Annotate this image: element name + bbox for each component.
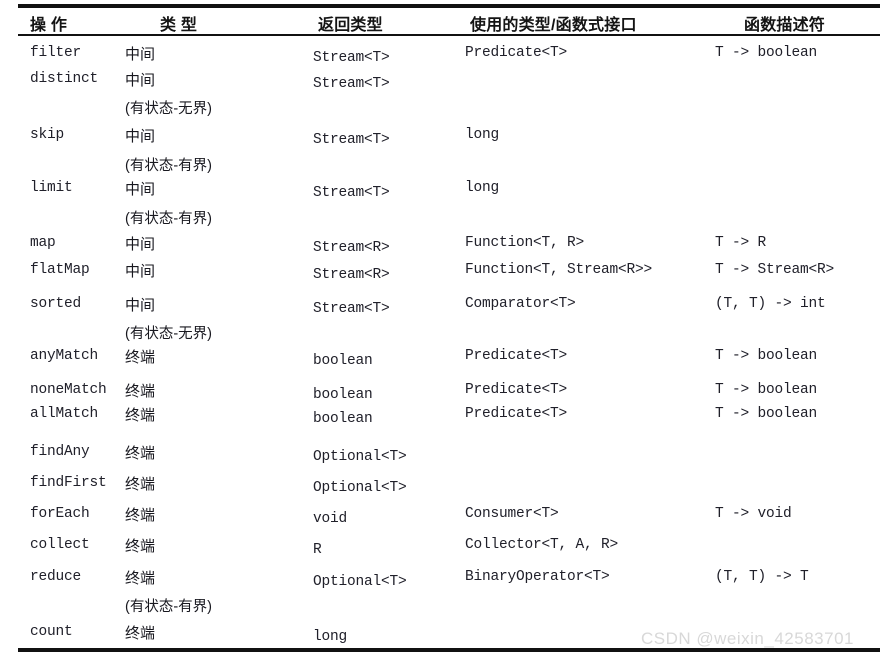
cell-functional-interface: Collector<T, A, R> <box>465 537 619 553</box>
cell-operation: anyMatch <box>30 348 99 364</box>
cell-type: 终端 <box>125 507 156 524</box>
cell-type-note: (有状态-无界) <box>125 326 212 342</box>
cell-type-note: (有状态-有界) <box>125 158 212 174</box>
cell-return-type: boolean <box>313 387 373 403</box>
cell-type: 终端 <box>125 538 156 555</box>
cell-operation: distinct <box>30 71 99 87</box>
cell-operation: map <box>30 235 56 251</box>
cell-type: 中间 <box>125 263 156 280</box>
watermark: CSDN @weixin_42583701 <box>641 629 854 648</box>
cell-return-type: boolean <box>313 353 373 369</box>
cell-return-type: R <box>313 542 322 558</box>
table-sheet: 操 作 类 型 返回类型 使用的类型/函数式接口 函数描述符 filter 中间 S… <box>0 0 893 660</box>
cell-return-type: Optional<T> <box>313 574 407 590</box>
cell-return-type: Stream<T> <box>313 301 390 317</box>
cell-type-note: (有状态-无界) <box>125 101 212 117</box>
cell-functional-interface: Predicate<T> <box>465 348 568 364</box>
cell-functional-interface: Comparator<T> <box>465 296 576 312</box>
cell-operation: count <box>30 624 73 640</box>
cell-type: 中间 <box>125 72 156 89</box>
cell-function-descriptor: T -> boolean <box>715 348 818 364</box>
cell-functional-interface: long <box>465 180 500 196</box>
cell-type: 终端 <box>125 445 156 462</box>
cell-type: 终端 <box>125 407 156 424</box>
cell-type: 中间 <box>125 46 156 63</box>
cell-function-descriptor: (T, T) -> T <box>715 569 809 585</box>
table-top-border <box>18 4 880 8</box>
cell-return-type: Optional<T> <box>313 449 407 465</box>
cell-type: 中间 <box>125 181 156 198</box>
cell-function-descriptor: T -> void <box>715 506 792 522</box>
cell-operation: skip <box>30 127 65 143</box>
cell-return-type: Stream<T> <box>313 185 390 201</box>
cell-type: 终端 <box>125 570 156 587</box>
cell-operation: filter <box>30 45 82 61</box>
cell-operation: collect <box>30 537 90 553</box>
cell-operation: sorted <box>30 296 82 312</box>
cell-type: 终端 <box>125 383 156 400</box>
cell-type: 中间 <box>125 236 156 253</box>
cell-operation: reduce <box>30 569 82 585</box>
cell-type: 中间 <box>125 128 156 145</box>
cell-operation: forEach <box>30 506 90 522</box>
cell-function-descriptor: T -> Stream<R> <box>715 262 835 278</box>
cell-functional-interface: Consumer<T> <box>465 506 559 522</box>
cell-function-descriptor: T -> boolean <box>715 382 818 398</box>
header-type: 类 型 <box>160 17 198 34</box>
cell-functional-interface: Predicate<T> <box>465 406 568 422</box>
cell-type: 终端 <box>125 476 156 493</box>
cell-return-type: Stream<R> <box>313 240 390 256</box>
cell-operation: allMatch <box>30 406 99 422</box>
cell-function-descriptor: T -> boolean <box>715 45 818 61</box>
cell-functional-interface: Function<T, R> <box>465 235 585 251</box>
cell-operation: limit <box>30 180 73 196</box>
cell-return-type: void <box>313 511 348 527</box>
cell-functional-interface: Predicate<T> <box>465 382 568 398</box>
cell-return-type: long <box>313 629 348 645</box>
header-return-type: 返回类型 <box>318 17 383 34</box>
header-operation: 操 作 <box>30 17 68 34</box>
cell-function-descriptor: (T, T) -> int <box>715 296 826 312</box>
cell-operation: findAny <box>30 444 90 460</box>
cell-function-descriptor: T -> R <box>715 235 767 251</box>
cell-type: 终端 <box>125 349 156 366</box>
cell-return-type: Optional<T> <box>313 480 407 496</box>
cell-operation: findFirst <box>30 475 107 491</box>
cell-type-note: (有状态-有界) <box>125 599 212 615</box>
cell-return-type: boolean <box>313 411 373 427</box>
cell-type: 中间 <box>125 297 156 314</box>
cell-type-note: (有状态-有界) <box>125 211 212 227</box>
cell-type: 终端 <box>125 625 156 642</box>
cell-functional-interface: BinaryOperator<T> <box>465 569 610 585</box>
cell-functional-interface: Predicate<T> <box>465 45 568 61</box>
cell-operation: noneMatch <box>30 382 107 398</box>
cell-function-descriptor: T -> boolean <box>715 406 818 422</box>
cell-return-type: Stream<T> <box>313 76 390 92</box>
cell-operation: flatMap <box>30 262 90 278</box>
header-functional-interface: 使用的类型/函数式接口 <box>470 17 637 34</box>
header-function-descriptor: 函数描述符 <box>744 17 826 34</box>
cell-functional-interface: long <box>465 127 500 143</box>
cell-functional-interface: Function<T, Stream<R>> <box>465 262 653 278</box>
cell-return-type: Stream<R> <box>313 267 390 283</box>
cell-return-type: Stream<T> <box>313 132 390 148</box>
cell-return-type: Stream<T> <box>313 50 390 66</box>
